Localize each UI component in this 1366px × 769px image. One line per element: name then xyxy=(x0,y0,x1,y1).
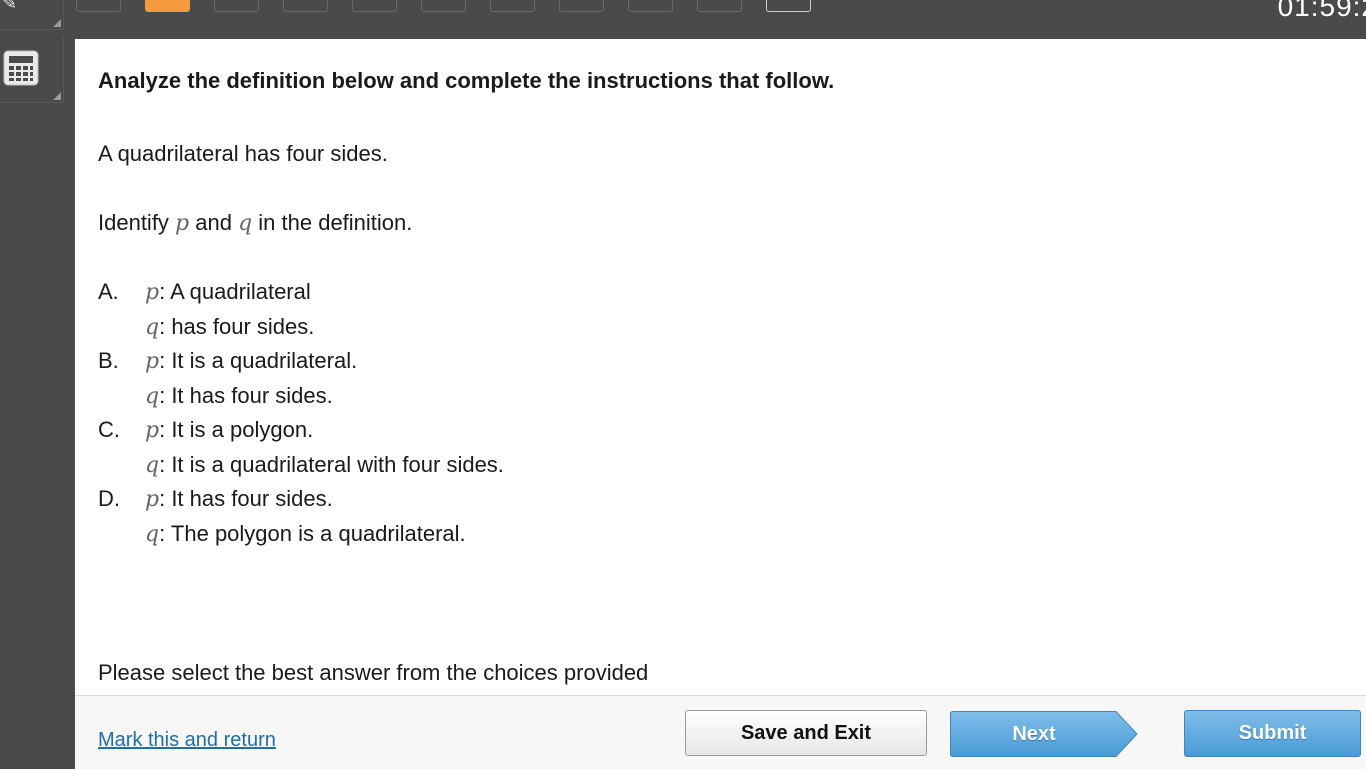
choice-q-text: : has four sides. xyxy=(159,314,315,339)
variable-p: p xyxy=(145,280,160,305)
choice-p-line: p: It has four sides. xyxy=(145,486,333,512)
variable-q: q xyxy=(145,315,160,340)
choice-p-text: : It is a quadrilateral. xyxy=(159,348,358,373)
choice-letter: D. xyxy=(98,486,120,511)
calculator-tool-button[interactable] xyxy=(0,37,64,103)
variable-p: p xyxy=(145,418,160,443)
question-nav-box-current[interactable] xyxy=(145,0,190,12)
top-toolbar: 01:59:2 xyxy=(0,0,1366,39)
choice-letter: A. xyxy=(98,279,119,304)
choice-p-text: : A quadrilateral xyxy=(159,279,311,304)
choice-p-text: : It has four sides. xyxy=(159,486,333,511)
choice-p-line: p: A quadrilateral xyxy=(145,279,311,305)
expand-corner-icon xyxy=(53,92,61,100)
submit-button[interactable]: Submit xyxy=(1184,710,1361,757)
question-nav-box-3[interactable] xyxy=(214,0,259,12)
footer-bar: Mark this and return Save and Exit Next … xyxy=(75,695,1366,769)
choice-q-line: q: The polygon is a quadrilateral. xyxy=(145,521,466,547)
question-nav-box-9[interactable] xyxy=(628,0,673,12)
variable-p: p xyxy=(145,487,160,512)
variable-q: q xyxy=(238,211,253,236)
choice-p-text: : It is a polygon. xyxy=(159,417,314,442)
question-prompt: Identify p and q in the definition. xyxy=(98,210,412,236)
choice-p-line: p: It is a polygon. xyxy=(145,417,313,443)
variable-p: p xyxy=(175,211,190,236)
choice-q-line: q: has four sides. xyxy=(145,314,314,340)
next-button-label: Next xyxy=(1012,723,1056,745)
question-nav-box-10[interactable] xyxy=(697,0,742,12)
question-nav-box-7[interactable] xyxy=(490,0,535,12)
countdown-timer: 01:59:2 xyxy=(1277,0,1366,22)
choice-letter: B. xyxy=(98,348,119,373)
choice-q-line: q: It has four sides. xyxy=(145,383,333,409)
choice-q-text: : The polygon is a quadrilateral. xyxy=(159,521,466,546)
question-nav-box-8[interactable] xyxy=(559,0,604,12)
variable-q: q xyxy=(145,453,160,478)
prompt-text: in the definition. xyxy=(252,210,413,235)
question-nav-box-11[interactable] xyxy=(766,0,811,12)
question-nav-box-5[interactable] xyxy=(352,0,397,12)
choice-q-text: : It is a quadrilateral with four sides. xyxy=(159,452,504,477)
select-hint-text: Please select the best answer from the c… xyxy=(98,660,649,685)
choice-q-text: : It has four sides. xyxy=(159,383,333,408)
calculator-icon xyxy=(3,50,39,86)
tool-sidebar: ✎ xyxy=(0,0,75,768)
variable-p: p xyxy=(145,349,160,374)
choice-letter: C. xyxy=(98,417,120,442)
mark-and-return-link[interactable]: Mark this and return xyxy=(98,729,276,752)
question-panel: Analyze the definition below and complet… xyxy=(75,39,1366,769)
question-instructions: Analyze the definition below and complet… xyxy=(98,68,835,93)
choice-p-line: p: It is a quadrilateral. xyxy=(145,348,357,374)
question-nav-box-4[interactable] xyxy=(283,0,328,12)
pencil-tool-button[interactable]: ✎ xyxy=(0,0,64,30)
prompt-text: Identify xyxy=(98,210,176,235)
definition-statement: A quadrilateral has four sides. xyxy=(98,141,388,166)
question-nav-box-6[interactable] xyxy=(421,0,466,12)
save-and-exit-button[interactable]: Save and Exit xyxy=(685,710,927,756)
question-nav-box-1[interactable] xyxy=(76,0,121,12)
variable-q: q xyxy=(145,522,160,547)
prompt-text: and xyxy=(189,210,239,235)
next-button[interactable]: Next xyxy=(950,711,1140,757)
choice-q-line: q: It is a quadrilateral with four sides… xyxy=(145,452,504,478)
variable-q: q xyxy=(145,384,160,409)
expand-corner-icon xyxy=(53,19,61,27)
pencil-icon: ✎ xyxy=(2,0,18,13)
